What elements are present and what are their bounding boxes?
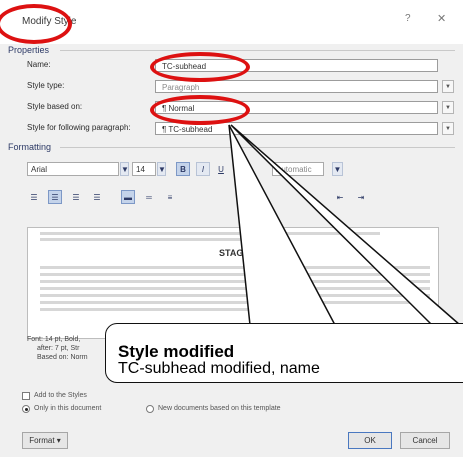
- callout-title: Style modified: [118, 342, 235, 361]
- callout-pointer: [228, 124, 461, 326]
- callout-pointer-left: [228, 124, 336, 326]
- callout-body: TC-subhead modified, name: [118, 360, 320, 377]
